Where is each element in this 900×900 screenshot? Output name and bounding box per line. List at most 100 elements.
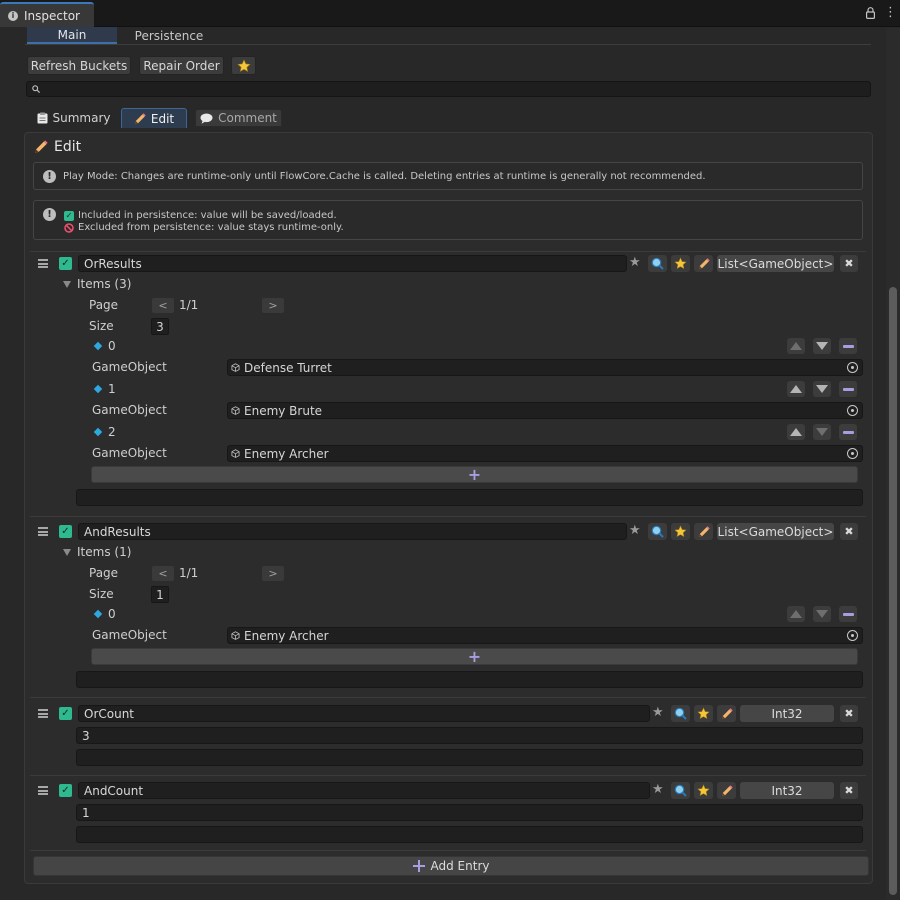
refresh-buckets-button[interactable]: Refresh Buckets [27,56,131,75]
object-field[interactable]: Enemy Brute [227,402,863,419]
prev-page-button[interactable]: < [152,298,174,313]
lock-icon[interactable] [866,7,875,19]
move-down-button[interactable] [813,338,831,354]
drag-handle-icon[interactable] [38,259,48,268]
remove-item-button[interactable] [839,424,857,440]
move-up-button[interactable] [787,424,805,440]
star-outline-icon[interactable]: ★ [629,255,641,270]
entry-comment-field[interactable] [76,749,863,766]
plus-icon [412,860,425,872]
move-up-button[interactable] [787,381,805,397]
arrow-down-icon [816,385,828,393]
favorite-entry-button[interactable] [671,255,690,272]
object-picker-icon[interactable] [847,630,858,641]
warning-icon: ! [43,208,56,221]
entry-comment-field[interactable] [76,826,863,843]
favorite-entry-button[interactable] [671,523,690,540]
persistence-checkbox[interactable]: ✓ [59,525,72,538]
prev-page-button[interactable]: < [152,566,174,581]
entry-type-badge[interactable]: Int32 [740,782,834,799]
minus-icon [842,430,854,434]
entry-comment-field[interactable] [76,671,863,688]
add-item-button[interactable]: + [91,465,858,484]
rename-entry-button[interactable] [717,705,736,722]
warning-icon: ! [43,170,56,183]
entry-name-field[interactable]: AndResults [78,523,627,540]
tab-summary[interactable]: Summary [29,109,118,127]
items-foldout[interactable]: Items (3) [63,277,131,291]
rename-entry-button[interactable] [694,255,713,272]
favorite-entry-button[interactable] [694,782,713,799]
drag-handle-icon[interactable] [38,786,48,795]
size-field[interactable]: 1 [151,586,169,603]
inspect-button[interactable] [648,255,667,272]
tab-main[interactable]: Main [27,27,117,44]
object-picker-icon[interactable] [847,405,858,416]
repair-order-button[interactable]: Repair Order [139,56,224,75]
tab-persistence[interactable]: Persistence [119,27,219,44]
entry-type-badge[interactable]: List<GameObject> [717,255,834,272]
entry-name-field[interactable]: OrCount [78,705,650,722]
remove-entry-button[interactable]: ✖ [840,255,858,272]
move-down-button[interactable] [813,424,831,440]
object-picker-icon[interactable] [847,448,858,459]
star-outline-icon[interactable]: ★ [652,705,664,720]
drag-handle-icon[interactable] [38,527,48,536]
add-item-button[interactable]: + [91,647,858,666]
object-field[interactable]: Defense Turret [227,359,863,376]
entry-name-field[interactable]: AndCount [78,782,650,799]
inspect-button[interactable] [671,705,690,722]
remove-item-button[interactable] [839,381,857,397]
inspector-window-tab[interactable]: i Inspector [0,2,94,27]
size-field[interactable]: 3 [151,318,169,335]
remove-item-button[interactable] [839,338,857,354]
star-outline-icon[interactable]: ★ [652,782,664,797]
remove-entry-button[interactable]: ✖ [840,523,858,540]
drag-handle-icon[interactable] [38,709,48,718]
inspect-button[interactable] [671,782,690,799]
entry-name-field[interactable]: OrResults [78,255,627,272]
tab-comment[interactable]: Comment [195,109,282,127]
value-field[interactable]: 1 [76,804,863,821]
entry-type-badge[interactable]: Int32 [740,705,834,722]
search-magnifier-icon [651,525,664,538]
favorite-entry-button[interactable] [694,705,713,722]
object-field[interactable]: Enemy Archer [227,445,863,462]
entry-separator [30,697,866,698]
move-down-button[interactable] [813,381,831,397]
next-page-button[interactable]: > [262,566,284,581]
page-indicator: 1/1 [179,566,199,580]
favorite-button[interactable] [231,56,256,75]
next-page-button[interactable]: > [262,298,284,313]
panel-title-text: Edit [54,139,82,155]
add-entry-button[interactable]: Add Entry [33,856,869,876]
plus-icon: + [467,465,482,484]
remove-entry-button[interactable]: ✖ [840,782,858,799]
rename-entry-button[interactable] [717,782,736,799]
persistence-checkbox[interactable]: ✓ [59,707,72,720]
persistence-checkbox[interactable]: ✓ [59,257,72,270]
tab-edit[interactable]: Edit [121,108,187,128]
page-label: Page [89,298,119,312]
move-up-button[interactable] [787,606,805,622]
object-picker-icon[interactable] [847,362,858,373]
window-title-bar [0,0,900,27]
move-up-button[interactable] [787,338,805,354]
star-icon [674,257,687,269]
move-down-button[interactable] [813,606,831,622]
scrollbar-thumb[interactable] [889,287,897,895]
inspect-button[interactable] [648,523,667,540]
object-field[interactable]: Enemy Archer [227,627,863,644]
remove-item-button[interactable] [839,606,857,622]
pencil-icon [35,140,48,153]
search-input[interactable] [26,81,871,97]
menu-icon[interactable]: ⋮ [884,6,897,19]
persistence-checkbox[interactable]: ✓ [59,784,72,797]
star-outline-icon[interactable]: ★ [629,523,641,538]
rename-entry-button[interactable] [694,523,713,540]
remove-entry-button[interactable]: ✖ [840,705,858,722]
entry-comment-field[interactable] [76,489,863,506]
entry-type-badge[interactable]: List<GameObject> [717,523,834,540]
items-foldout[interactable]: Items (1) [63,545,131,559]
value-field[interactable]: 3 [76,727,863,744]
